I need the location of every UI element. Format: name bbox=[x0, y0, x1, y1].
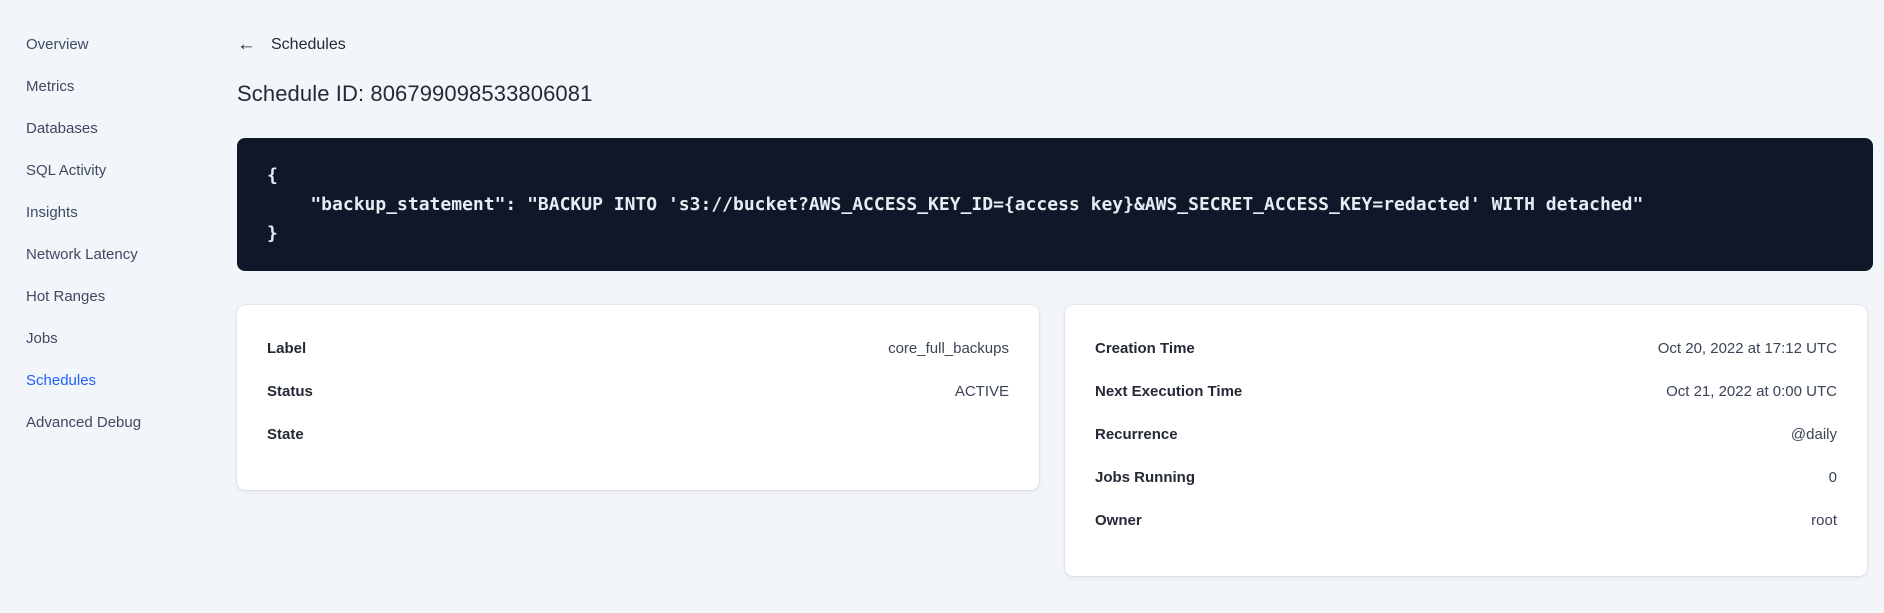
detail-row-state: State bbox=[267, 413, 1009, 456]
row-label: Next Execution Time bbox=[1095, 383, 1243, 400]
code-line: } bbox=[267, 223, 278, 244]
schedule-timing-card: Creation Time Oct 20, 2022 at 17:12 UTC … bbox=[1065, 305, 1867, 576]
row-value: Oct 20, 2022 at 17:12 UTC bbox=[1657, 340, 1837, 357]
sidebar-item-jobs[interactable]: Jobs bbox=[0, 318, 196, 360]
sidebar-item-advanced-debug[interactable]: Advanced Debug bbox=[0, 402, 196, 444]
detail-row-label: Label core_full_backups bbox=[267, 327, 1009, 370]
row-label: Jobs Running bbox=[1095, 469, 1195, 486]
row-label: Recurrence bbox=[1095, 426, 1178, 443]
schedule-detail-page: ← Schedules Schedule ID: 806799098533806… bbox=[237, 0, 1873, 576]
row-value: root bbox=[1811, 512, 1837, 529]
row-value: core_full_backups bbox=[888, 340, 1009, 357]
row-label: Status bbox=[267, 383, 313, 400]
sidebar-item-insights[interactable]: Insights bbox=[0, 192, 196, 234]
row-value: Oct 21, 2022 at 0:00 UTC bbox=[1666, 383, 1837, 400]
detail-row-creation-time: Creation Time Oct 20, 2022 at 17:12 UTC bbox=[1095, 327, 1837, 370]
row-value: @daily bbox=[1790, 426, 1837, 443]
detail-row-next-execution-time: Next Execution Time Oct 21, 2022 at 0:00… bbox=[1095, 370, 1837, 413]
schedule-detail-cards: Label core_full_backups Status ACTIVE St… bbox=[237, 305, 1867, 576]
sidebar-item-schedules[interactable]: Schedules bbox=[0, 360, 196, 402]
row-value: 0 bbox=[1828, 469, 1837, 486]
sidebar-item-hot-ranges[interactable]: Hot Ranges bbox=[0, 276, 196, 318]
code-line: "backup_statement": "BACKUP INTO 's3://b… bbox=[267, 194, 1644, 215]
row-value: ACTIVE bbox=[954, 383, 1009, 400]
row-label: State bbox=[267, 426, 304, 443]
back-link-label: Schedules bbox=[271, 36, 346, 53]
back-to-schedules-link[interactable]: ← Schedules bbox=[237, 34, 346, 55]
row-label: Label bbox=[267, 340, 307, 357]
sidebar-item-sql-activity[interactable]: SQL Activity bbox=[0, 150, 196, 192]
page-title: Schedule ID: 806799098533806081 bbox=[237, 81, 593, 106]
sidebar-item-databases[interactable]: Databases bbox=[0, 108, 196, 150]
detail-row-recurrence: Recurrence @daily bbox=[1095, 413, 1837, 456]
detail-row-jobs-running: Jobs Running 0 bbox=[1095, 456, 1837, 499]
back-arrow-icon: ← bbox=[237, 34, 256, 55]
detail-row-owner: Owner root bbox=[1095, 499, 1837, 542]
sidebar-nav: Overview Metrics Databases SQL Activity … bbox=[0, 0, 196, 613]
detail-row-status: Status ACTIVE bbox=[267, 370, 1009, 413]
code-line: { bbox=[267, 165, 278, 186]
sidebar-item-overview[interactable]: Overview bbox=[0, 24, 196, 66]
schedule-status-card: Label core_full_backups Status ACTIVE St… bbox=[237, 305, 1039, 490]
sidebar-item-metrics[interactable]: Metrics bbox=[0, 66, 196, 108]
row-label: Owner bbox=[1095, 512, 1142, 529]
sidebar-item-network-latency[interactable]: Network Latency bbox=[0, 234, 196, 276]
row-label: Creation Time bbox=[1095, 340, 1195, 357]
backup-statement-code-block: { "backup_statement": "BACKUP INTO 's3:/… bbox=[237, 138, 1873, 271]
